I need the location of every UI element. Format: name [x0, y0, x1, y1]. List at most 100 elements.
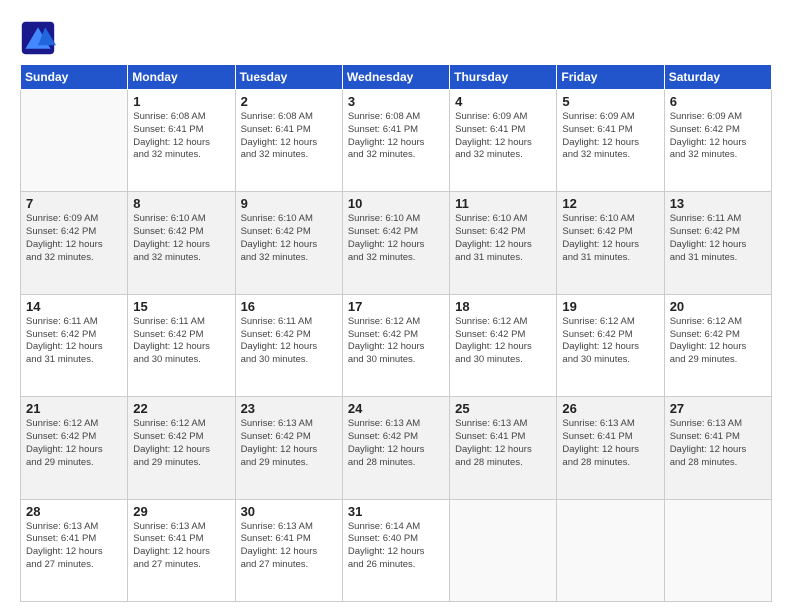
week-row-3: 14 Sunrise: 6:11 AMSunset: 6:42 PMDayligh…: [21, 294, 772, 396]
day-cell: 26Sunrise: 6:13 AMSunset: 6:41 PMDayligh…: [557, 397, 664, 499]
day-number: 4: [455, 94, 551, 109]
day-info: Sunrise: 6:14 AMSunset: 6:40 PMDaylight:…: [348, 521, 444, 572]
dow-header-saturday: Saturday: [664, 65, 771, 90]
day-number: 5: [562, 94, 658, 109]
day-number: 11: [455, 196, 551, 211]
day-cell: 20 Sunrise: 6:12 AMSunset: 6:42 PMDayligh…: [664, 294, 771, 396]
day-cell: 24 Sunrise: 6:13 AMSunset: 6:42 PMDayligh…: [342, 397, 449, 499]
day-info: Sunrise: 6:12 AMSunset: 6:42 PMDaylight:…: [455, 316, 551, 367]
day-number: 24: [348, 401, 444, 416]
day-cell: 29 Sunrise: 6:13 AMSunset: 6:41 PMDayligh…: [128, 499, 235, 601]
day-number: 1: [133, 94, 229, 109]
calendar-table: SundayMondayTuesdayWednesdayThursdayFrid…: [20, 64, 772, 602]
dow-header-friday: Friday: [557, 65, 664, 90]
day-number: 19: [562, 299, 658, 314]
day-cell: [450, 499, 557, 601]
day-cell: 22 Sunrise: 6:12 AMSunset: 6:42 PMDayligh…: [128, 397, 235, 499]
day-cell: 17 Sunrise: 6:12 AMSunset: 6:42 PMDayligh…: [342, 294, 449, 396]
day-info: Sunrise: 6:13 AMSunset: 6:41 PMDaylight:…: [133, 521, 229, 572]
day-info: Sunrise: 6:09 AMSunset: 6:41 PMDaylight:…: [455, 111, 551, 162]
day-number: 8: [133, 196, 229, 211]
day-info: Sunrise: 6:12 AMSunset: 6:42 PMDaylight:…: [26, 418, 122, 469]
day-number: 28: [26, 504, 122, 519]
day-info: Sunrise: 6:11 AMSunset: 6:42 PMDaylight:…: [26, 316, 122, 367]
dow-header-thursday: Thursday: [450, 65, 557, 90]
day-info: Sunrise: 6:12 AMSunset: 6:42 PMDaylight:…: [133, 418, 229, 469]
days-of-week-row: SundayMondayTuesdayWednesdayThursdayFrid…: [21, 65, 772, 90]
day-number: 7: [26, 196, 122, 211]
day-info: Sunrise: 6:10 AMSunset: 6:42 PMDaylight:…: [455, 213, 551, 264]
day-cell: 8Sunrise: 6:10 AMSunset: 6:42 PMDaylight…: [128, 192, 235, 294]
day-cell: 23 Sunrise: 6:13 AMSunset: 6:42 PMDayligh…: [235, 397, 342, 499]
day-cell: [557, 499, 664, 601]
day-number: 3: [348, 94, 444, 109]
day-cell: [664, 499, 771, 601]
day-number: 18: [455, 299, 551, 314]
day-number: 14: [26, 299, 122, 314]
dow-header-monday: Monday: [128, 65, 235, 90]
day-cell: 18 Sunrise: 6:12 AMSunset: 6:42 PMDayligh…: [450, 294, 557, 396]
day-number: 22: [133, 401, 229, 416]
day-number: 27: [670, 401, 766, 416]
day-cell: 4 Sunrise: 6:09 AMSunset: 6:41 PMDaylight…: [450, 90, 557, 192]
day-cell: 27Sunrise: 6:13 AMSunset: 6:41 PMDayligh…: [664, 397, 771, 499]
day-info: Sunrise: 6:10 AMSunset: 6:42 PMDaylight:…: [348, 213, 444, 264]
day-cell: [21, 90, 128, 192]
day-info: Sunrise: 6:11 AMSunset: 6:42 PMDaylight:…: [241, 316, 337, 367]
day-cell: 15 Sunrise: 6:11 AMSunset: 6:42 PMDayligh…: [128, 294, 235, 396]
day-cell: 12Sunrise: 6:10 AMSunset: 6:42 PMDayligh…: [557, 192, 664, 294]
day-number: 23: [241, 401, 337, 416]
day-number: 30: [241, 504, 337, 519]
day-cell: 3 Sunrise: 6:08 AMSunset: 6:41 PMDaylight…: [342, 90, 449, 192]
day-info: Sunrise: 6:10 AMSunset: 6:42 PMDaylight:…: [241, 213, 337, 264]
day-number: 10: [348, 196, 444, 211]
day-number: 16: [241, 299, 337, 314]
dow-header-wednesday: Wednesday: [342, 65, 449, 90]
day-info: Sunrise: 6:11 AMSunset: 6:42 PMDaylight:…: [133, 316, 229, 367]
day-cell: 25Sunrise: 6:13 AMSunset: 6:41 PMDayligh…: [450, 397, 557, 499]
day-info: Sunrise: 6:09 AMSunset: 6:41 PMDaylight:…: [562, 111, 658, 162]
page-header: [20, 20, 772, 56]
day-cell: 7 Sunrise: 6:09 AMSunset: 6:42 PMDaylight…: [21, 192, 128, 294]
day-number: 17: [348, 299, 444, 314]
day-cell: 30 Sunrise: 6:13 AMSunset: 6:41 PMDayligh…: [235, 499, 342, 601]
day-cell: 28 Sunrise: 6:13 AMSunset: 6:41 PMDayligh…: [21, 499, 128, 601]
day-info: Sunrise: 6:13 AMSunset: 6:42 PMDaylight:…: [241, 418, 337, 469]
day-info: Sunrise: 6:13 AMSunset: 6:42 PMDaylight:…: [348, 418, 444, 469]
day-info: Sunrise: 6:09 AMSunset: 6:42 PMDaylight:…: [26, 213, 122, 264]
day-cell: 31 Sunrise: 6:14 AMSunset: 6:40 PMDayligh…: [342, 499, 449, 601]
logo-icon: [20, 20, 56, 56]
day-cell: 14 Sunrise: 6:11 AMSunset: 6:42 PMDayligh…: [21, 294, 128, 396]
day-info: Sunrise: 6:11 AMSunset: 6:42 PMDaylight:…: [670, 213, 766, 264]
day-info: Sunrise: 6:08 AMSunset: 6:41 PMDaylight:…: [348, 111, 444, 162]
day-number: 31: [348, 504, 444, 519]
day-number: 2: [241, 94, 337, 109]
day-info: Sunrise: 6:13 AMSunset: 6:41 PMDaylight:…: [241, 521, 337, 572]
dow-header-sunday: Sunday: [21, 65, 128, 90]
day-cell: 2 Sunrise: 6:08 AMSunset: 6:41 PMDaylight…: [235, 90, 342, 192]
day-cell: 6 Sunrise: 6:09 AMSunset: 6:42 PMDaylight…: [664, 90, 771, 192]
week-row-2: 7 Sunrise: 6:09 AMSunset: 6:42 PMDaylight…: [21, 192, 772, 294]
day-number: 6: [670, 94, 766, 109]
day-cell: 13Sunrise: 6:11 AMSunset: 6:42 PMDayligh…: [664, 192, 771, 294]
day-cell: 10 Sunrise: 6:10 AMSunset: 6:42 PMDayligh…: [342, 192, 449, 294]
day-info: Sunrise: 6:13 AMSunset: 6:41 PMDaylight:…: [562, 418, 658, 469]
day-number: 20: [670, 299, 766, 314]
day-info: Sunrise: 6:12 AMSunset: 6:42 PMDaylight:…: [348, 316, 444, 367]
day-info: Sunrise: 6:12 AMSunset: 6:42 PMDaylight:…: [670, 316, 766, 367]
day-number: 29: [133, 504, 229, 519]
dow-header-tuesday: Tuesday: [235, 65, 342, 90]
day-cell: 16 Sunrise: 6:11 AMSunset: 6:42 PMDayligh…: [235, 294, 342, 396]
day-info: Sunrise: 6:13 AMSunset: 6:41 PMDaylight:…: [26, 521, 122, 572]
day-info: Sunrise: 6:09 AMSunset: 6:42 PMDaylight:…: [670, 111, 766, 162]
day-cell: 21 Sunrise: 6:12 AMSunset: 6:42 PMDayligh…: [21, 397, 128, 499]
day-info: Sunrise: 6:12 AMSunset: 6:42 PMDaylight:…: [562, 316, 658, 367]
day-number: 21: [26, 401, 122, 416]
day-cell: 1Sunrise: 6:08 AMSunset: 6:41 PMDaylight…: [128, 90, 235, 192]
day-info: Sunrise: 6:08 AMSunset: 6:41 PMDaylight:…: [241, 111, 337, 162]
week-row-4: 21 Sunrise: 6:12 AMSunset: 6:42 PMDayligh…: [21, 397, 772, 499]
day-number: 12: [562, 196, 658, 211]
logo: [20, 20, 60, 56]
day-number: 9: [241, 196, 337, 211]
day-number: 15: [133, 299, 229, 314]
